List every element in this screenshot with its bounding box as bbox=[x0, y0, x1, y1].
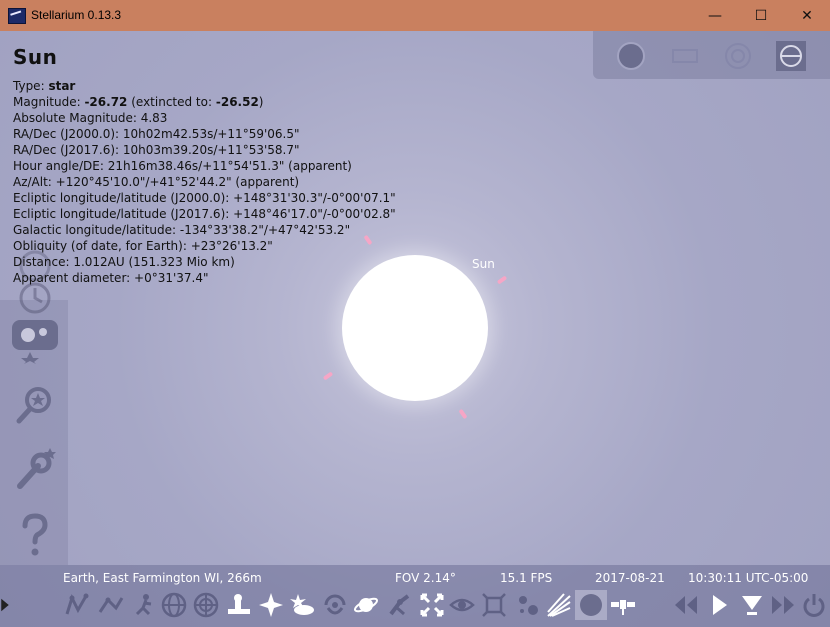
meteor-shower-icon[interactable] bbox=[545, 590, 573, 620]
azimuthal-grid-icon[interactable] bbox=[192, 590, 220, 620]
cardinal-points-icon[interactable] bbox=[257, 590, 285, 620]
object-type: Type: star bbox=[13, 79, 76, 93]
constellation-lines-icon[interactable] bbox=[63, 590, 91, 620]
maximize-button[interactable]: ☐ bbox=[738, 0, 784, 31]
status-fps: 15.1 FPS bbox=[500, 571, 553, 585]
equatorial-mount-icon[interactable] bbox=[385, 590, 413, 620]
top-right-toolbar bbox=[593, 31, 830, 79]
search-icon[interactable] bbox=[10, 382, 60, 428]
object-info-panel: Sun Type: star Magnitude: -26.72 (extinc… bbox=[13, 45, 396, 286]
info-line: Absolute Magnitude: 4.83 bbox=[13, 111, 168, 125]
rectangle-icon[interactable] bbox=[669, 40, 701, 72]
expand-arrow-icon[interactable] bbox=[0, 590, 10, 620]
window-title: Stellarium 0.13.3 bbox=[31, 8, 122, 22]
status-time: 10:30:11 UTC-05:00 bbox=[688, 571, 809, 585]
info-line: Apparent diameter: +0°31'37.4" bbox=[13, 271, 209, 285]
minimize-button[interactable]: — bbox=[692, 0, 738, 31]
ground-icon[interactable] bbox=[225, 590, 253, 620]
configuration-wrench-icon[interactable] bbox=[10, 446, 60, 492]
info-line: Hour angle/DE: 21h16m38.46s/+11°54'51.3"… bbox=[13, 159, 352, 173]
fullscreen-toggle-icon[interactable] bbox=[480, 590, 508, 620]
center-on-object-icon[interactable] bbox=[418, 590, 446, 620]
satellites-icon[interactable] bbox=[609, 590, 637, 620]
object-magnitude: Magnitude: -26.72 (extincted to: -26.52) bbox=[13, 95, 264, 109]
object-name: Sun bbox=[13, 45, 58, 69]
close-button[interactable]: ✕ bbox=[784, 0, 830, 31]
constellation-art-icon[interactable] bbox=[130, 590, 158, 620]
info-line: Distance: 1.012AU (151.323 Mio km) bbox=[13, 255, 235, 269]
constellation-labels-icon[interactable] bbox=[97, 590, 125, 620]
window-titlebar[interactable]: Stellarium 0.13.3 — ☐ ✕ bbox=[0, 0, 830, 31]
target-icon[interactable] bbox=[722, 40, 754, 72]
quit-power-icon[interactable] bbox=[800, 590, 828, 620]
play-icon[interactable] bbox=[705, 590, 733, 620]
info-line: RA/Dec (J2000.0): 10h02m42.53s/+11°59'06… bbox=[13, 127, 300, 141]
solar-system-view-icon[interactable] bbox=[575, 590, 607, 620]
status-fov: FOV 2.14° bbox=[395, 571, 456, 585]
sky-viewing-options-icon[interactable] bbox=[10, 318, 60, 364]
status-date: 2017-08-21 bbox=[595, 571, 665, 585]
telescope-icon[interactable] bbox=[775, 40, 807, 72]
fullscreen-circle-icon[interactable] bbox=[615, 40, 647, 72]
info-line: RA/Dec (J2017.6): 10h03m39.20s/+11°53'58… bbox=[13, 143, 300, 157]
rewind-icon[interactable] bbox=[672, 590, 700, 620]
left-toolbar bbox=[0, 250, 68, 565]
night-mode-eye-icon[interactable] bbox=[448, 590, 476, 620]
status-location: Earth, East Farmington WI, 266m bbox=[63, 571, 262, 585]
fast-forward-icon[interactable] bbox=[769, 590, 797, 620]
atmosphere-icon[interactable] bbox=[288, 590, 316, 620]
equatorial-grid-icon[interactable] bbox=[160, 590, 188, 620]
planets-icon[interactable] bbox=[352, 590, 380, 620]
info-line: Ecliptic longitude/latitude (J2000.0): +… bbox=[13, 191, 396, 205]
stellarium-app-icon bbox=[8, 8, 26, 24]
info-line: Galactic longitude/latitude: -134°33'38.… bbox=[13, 223, 351, 237]
info-line: Obliquity (of date, for Earth): +23°26'1… bbox=[13, 239, 273, 253]
info-line: Az/Alt: +120°45'10.0"/+41°52'44.2" (appa… bbox=[13, 175, 300, 189]
nebulae-icon[interactable] bbox=[321, 590, 349, 620]
info-line: Ecliptic longitude/latitude (J2017.6): +… bbox=[13, 207, 396, 221]
help-icon[interactable] bbox=[10, 512, 60, 558]
sun-sky-label: Sun bbox=[472, 257, 495, 271]
exoplanets-icon[interactable] bbox=[514, 590, 542, 620]
current-time-icon[interactable] bbox=[738, 590, 766, 620]
